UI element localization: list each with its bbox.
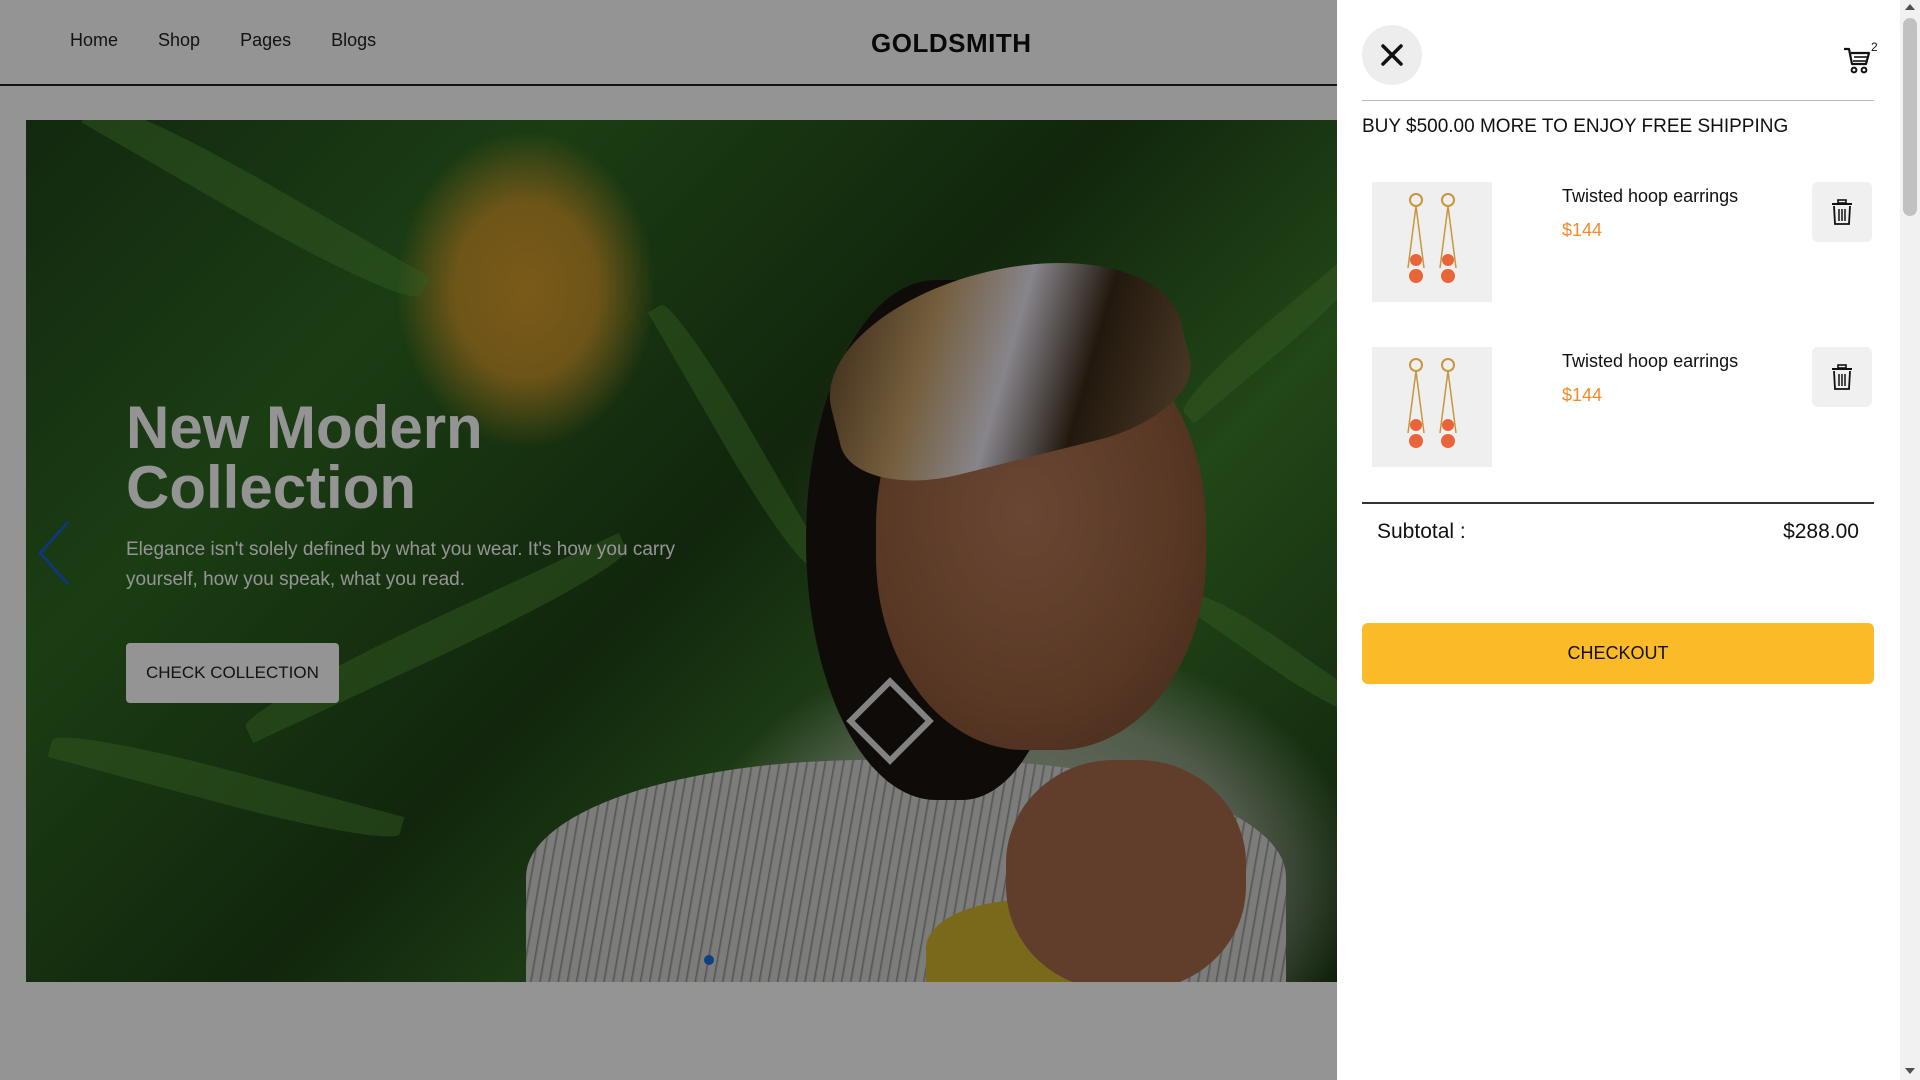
earring-image-icon: [1407, 358, 1457, 448]
delete-item-button[interactable]: [1812, 347, 1872, 407]
subtotal-divider: [1362, 502, 1874, 504]
drawer-divider: [1362, 100, 1874, 101]
trash-icon: [1832, 199, 1852, 225]
subtotal-value: $288.00: [1783, 520, 1859, 543]
page-scrollbar[interactable]: [1900, 0, 1920, 1080]
scroll-up-arrow-icon[interactable]: [1905, 4, 1915, 10]
scroll-down-arrow-icon[interactable]: [1905, 1068, 1915, 1074]
earring-image-icon: [1407, 193, 1457, 283]
cart-item: Twisted hoop earrings $144: [1362, 182, 1874, 307]
close-drawer-button[interactable]: [1362, 25, 1422, 85]
cart-item: Twisted hoop earrings $144: [1362, 347, 1874, 472]
product-thumbnail[interactable]: [1372, 182, 1492, 302]
item-price: $144: [1562, 385, 1603, 405]
cart-drawer: 2 BUY $500.00 MORE TO ENJOY FREE SHIPPIN…: [1337, 0, 1900, 1080]
item-name[interactable]: Twisted hoop earrings: [1562, 351, 1738, 372]
free-shipping-message: BUY $500.00 MORE TO ENJOY FREE SHIPPING: [1362, 116, 1789, 137]
close-icon: [1381, 44, 1403, 66]
item-name[interactable]: Twisted hoop earrings: [1562, 186, 1738, 207]
cart-count-badge: 2: [1871, 40, 1878, 54]
delete-item-button[interactable]: [1812, 182, 1872, 242]
drawer-backdrop[interactable]: [0, 0, 1337, 1080]
cart-icon: [1844, 47, 1871, 74]
subtotal-label: Subtotal :: [1377, 520, 1466, 543]
scrollbar-thumb[interactable]: [1903, 18, 1917, 216]
trash-icon: [1832, 364, 1852, 390]
product-thumbnail[interactable]: [1372, 347, 1492, 467]
checkout-button[interactable]: CHECKOUT: [1362, 623, 1874, 684]
item-price: $144: [1562, 220, 1603, 240]
